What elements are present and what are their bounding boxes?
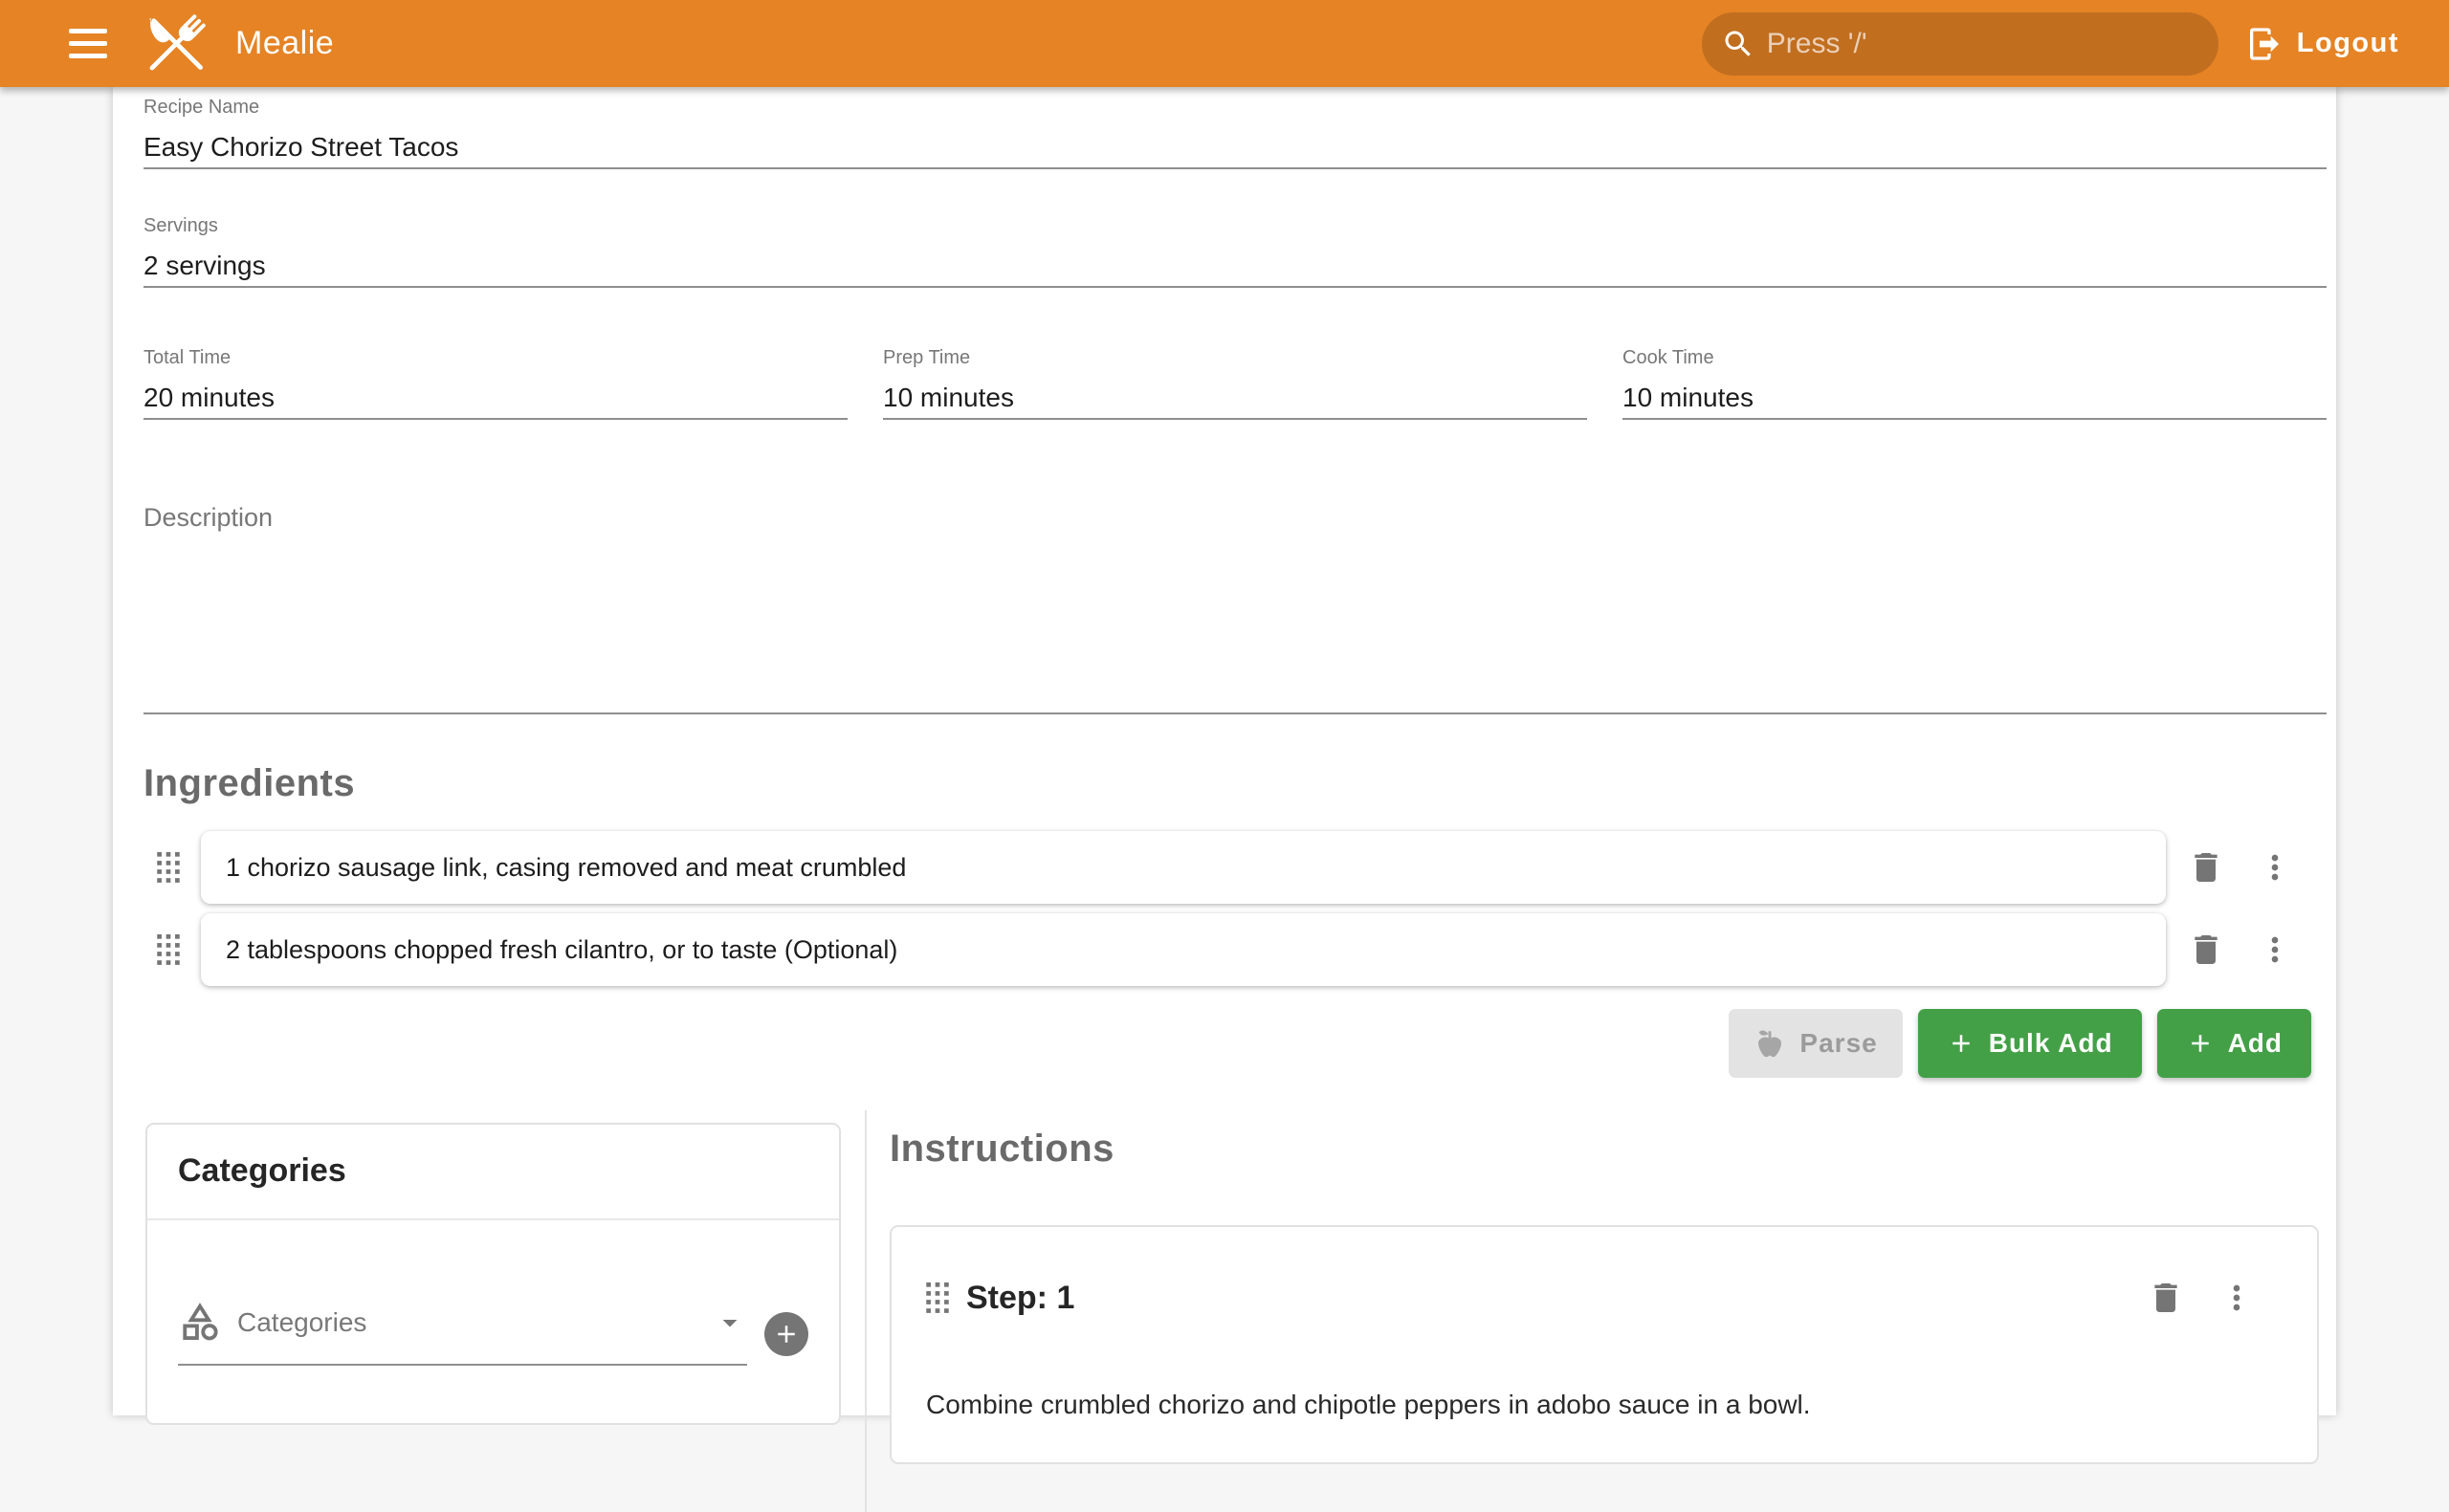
- total-time-label: Total Time: [143, 345, 848, 370]
- categories-card-title: Categories: [147, 1125, 839, 1218]
- total-time-value[interactable]: 20 minutes: [143, 378, 848, 418]
- prep-time-label: Prep Time: [883, 345, 1587, 370]
- categories-column: Categories Categories: [143, 1110, 867, 1512]
- chevron-down-icon: [713, 1305, 747, 1340]
- recipe-name-label: Recipe Name: [143, 95, 2327, 120]
- delete-ingredient-icon[interactable]: [2181, 925, 2231, 975]
- drag-handle-icon[interactable]: [926, 1282, 949, 1313]
- ingredient-row: 2 tablespoons chopped fresh cilantro, or…: [143, 913, 2327, 986]
- ingredient-input[interactable]: 2 tablespoons chopped fresh cilantro, or…: [201, 913, 2166, 986]
- apple-icon: [1754, 1027, 1786, 1060]
- instructions-heading: Instructions: [890, 1126, 2327, 1172]
- ingredients-heading: Ingredients: [143, 760, 2327, 806]
- ingredient-input[interactable]: 1 chorizo sausage link, casing removed a…: [201, 831, 2166, 904]
- total-time-field[interactable]: Total Time 20 minutes: [143, 345, 848, 420]
- delete-step-icon[interactable]: [2141, 1273, 2191, 1323]
- instruction-step-card: Step: 1 Combine crumbled chorizo and chi…: [890, 1225, 2319, 1464]
- time-fields-row: Total Time 20 minutes Prep Time 10 minut…: [143, 345, 2327, 420]
- cook-time-label: Cook Time: [1622, 345, 2327, 370]
- servings-field[interactable]: Servings 2 servings: [143, 213, 2327, 288]
- servings-label: Servings: [143, 213, 2327, 238]
- add-label: Add: [2228, 1028, 2283, 1059]
- servings-value[interactable]: 2 servings: [143, 246, 2327, 286]
- logout-icon: [2245, 25, 2284, 63]
- description-label: Description: [143, 500, 2327, 535]
- bottom-section: Categories Categories: [143, 1110, 2327, 1512]
- categories-select[interactable]: Categories: [178, 1301, 747, 1366]
- ingredient-list: 1 chorizo sausage link, casing removed a…: [143, 831, 2327, 986]
- logout-button[interactable]: Logout: [2245, 25, 2399, 63]
- add-category-button[interactable]: [764, 1312, 808, 1356]
- drag-handle-icon[interactable]: [157, 934, 180, 965]
- recipe-name-field[interactable]: Recipe Name Easy Chorizo Street Tacos: [143, 95, 2327, 169]
- bulk-add-label: Bulk Add: [1989, 1028, 2113, 1059]
- logout-label: Logout: [2297, 28, 2399, 59]
- prep-time-field[interactable]: Prep Time 10 minutes: [883, 345, 1587, 420]
- app-title: Mealie: [235, 25, 334, 62]
- shapes-icon: [178, 1301, 222, 1345]
- step-text-input[interactable]: Combine crumbled chorizo and chipotle pe…: [926, 1386, 2283, 1424]
- categories-select-zone: Categories: [147, 1220, 839, 1423]
- cook-time-value[interactable]: 10 minutes: [1622, 378, 2327, 418]
- app-bar: Mealie Press '/' Logout: [0, 0, 2449, 87]
- description-value[interactable]: [143, 535, 2327, 712]
- categories-card: Categories Categories: [145, 1123, 841, 1425]
- ingredient-menu-icon[interactable]: [2250, 843, 2300, 892]
- cook-time-field[interactable]: Cook Time 10 minutes: [1622, 345, 2327, 420]
- ingredient-menu-icon[interactable]: [2250, 925, 2300, 975]
- ingredient-actions: Parse Bulk Add Add: [143, 1009, 2311, 1078]
- parse-button[interactable]: Parse: [1729, 1009, 1902, 1078]
- description-field[interactable]: Description: [143, 500, 2327, 714]
- prep-time-value[interactable]: 10 minutes: [883, 378, 1587, 418]
- search-icon: [1721, 27, 1755, 61]
- plus-icon: [2186, 1029, 2215, 1058]
- parse-label: Parse: [1799, 1028, 1877, 1059]
- step-header: Step: 1: [892, 1227, 2317, 1323]
- menu-icon[interactable]: [69, 23, 111, 65]
- step-menu-icon[interactable]: [2212, 1273, 2261, 1323]
- recipe-name-value[interactable]: Easy Chorizo Street Tacos: [143, 127, 2327, 167]
- ingredient-row: 1 chorizo sausage link, casing removed a…: [143, 831, 2327, 904]
- recipe-editor-card: Recipe Name Easy Chorizo Street Tacos Se…: [113, 87, 2336, 1415]
- mealie-logo-icon: [134, 10, 218, 78]
- search-placeholder: Press '/': [1767, 28, 1867, 60]
- search-input[interactable]: Press '/': [1702, 12, 2218, 76]
- drag-handle-icon[interactable]: [157, 852, 180, 883]
- add-ingredient-button[interactable]: Add: [2157, 1009, 2311, 1078]
- delete-ingredient-icon[interactable]: [2181, 843, 2231, 892]
- categories-select-label: Categories: [237, 1307, 366, 1338]
- bulk-add-button[interactable]: Bulk Add: [1918, 1009, 2142, 1078]
- step-title: Step: 1: [966, 1277, 1074, 1319]
- instructions-column: Instructions Step: 1: [867, 1110, 2327, 1512]
- plus-icon: [1947, 1029, 1975, 1058]
